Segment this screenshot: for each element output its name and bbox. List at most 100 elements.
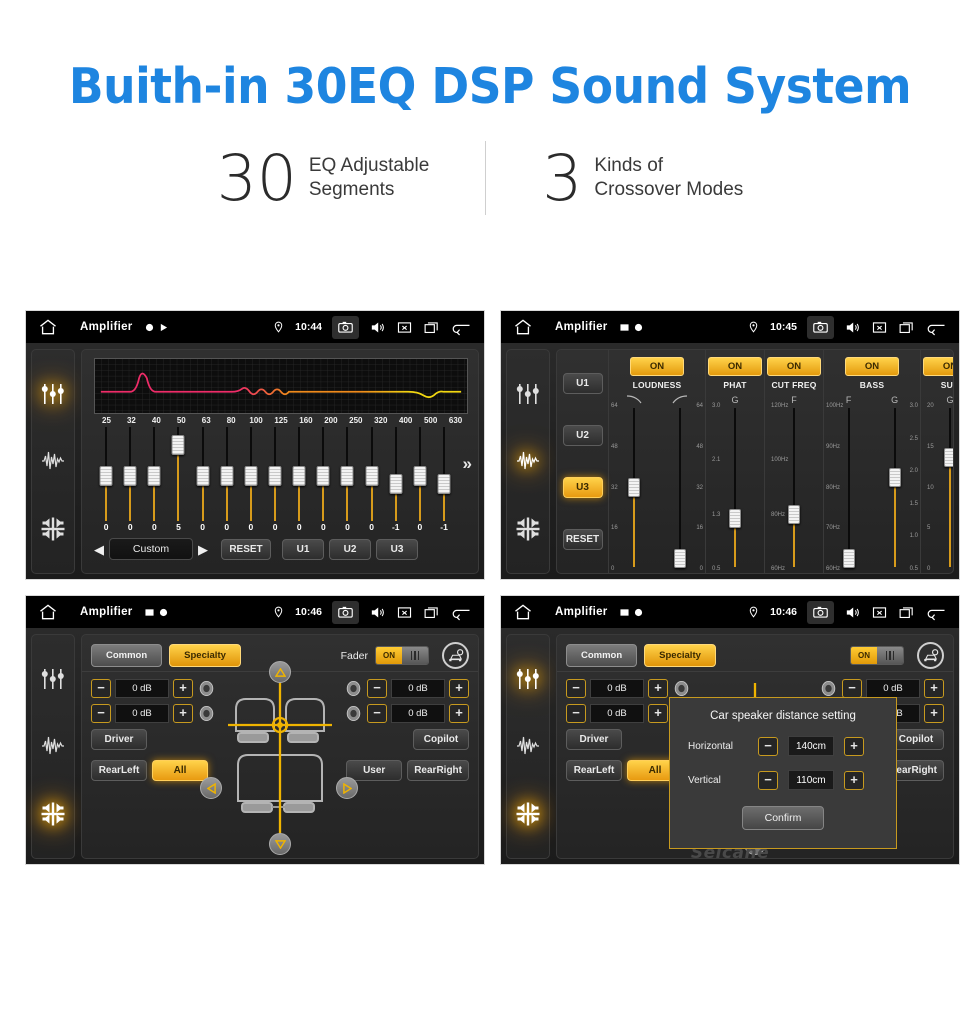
on-toggle-button[interactable]: ON [767, 357, 821, 376]
eq-slider[interactable]: 0 [215, 427, 239, 535]
level-stepper[interactable]: − 0 dB + [566, 679, 716, 698]
crossover-slider[interactable]: 100Hz 90Hz 80Hz 70Hz 60Hz [826, 403, 872, 572]
slider-knob[interactable] [889, 467, 901, 487]
preset-u3-button[interactable]: U3 [376, 538, 418, 560]
waveform-icon[interactable] [40, 733, 66, 759]
balance-icon[interactable] [515, 801, 541, 827]
eq-slider-knob[interactable] [437, 474, 451, 494]
eq-slider-knob[interactable] [340, 466, 354, 487]
back-arrow-icon[interactable] [450, 604, 472, 621]
increase-button[interactable]: + [924, 679, 944, 698]
camera-button[interactable] [332, 315, 359, 339]
decrease-button[interactable]: − [367, 704, 387, 723]
seat-rearleft-button[interactable]: RearLeft [91, 760, 147, 781]
decrease-button[interactable]: − [367, 679, 387, 698]
equalizer-icon[interactable] [40, 666, 66, 692]
eq-slider[interactable]: 5 [166, 427, 190, 535]
eq-slider-knob[interactable] [316, 466, 330, 487]
increase-button[interactable]: + [173, 704, 193, 723]
eq-slider-knob[interactable] [99, 466, 113, 487]
eq-slider-track[interactable] [311, 427, 335, 521]
eq-slider-track[interactable] [215, 427, 239, 521]
close-box-icon[interactable] [396, 604, 413, 621]
eq-slider[interactable]: -1 [432, 427, 456, 535]
on-toggle-button[interactable]: ON [845, 357, 899, 376]
home-icon[interactable] [38, 602, 58, 622]
level-stepper[interactable]: − 0 dB + [344, 679, 469, 698]
on-toggle-button[interactable]: ON [923, 357, 953, 376]
eq-slider-knob[interactable] [147, 466, 161, 487]
eq-slider[interactable]: 0 [408, 427, 432, 535]
preset-name-display[interactable]: Custom [109, 538, 193, 560]
preset-u2-button[interactable]: U2 [562, 424, 603, 446]
close-box-icon[interactable] [396, 319, 413, 336]
decrease-button[interactable]: − [91, 679, 111, 698]
eq-slider-knob[interactable] [196, 466, 210, 487]
eq-slider-bank[interactable]: 0 0 0 5 0 0 0 0 0 0 0 0 -1 0 -1 [94, 427, 456, 535]
balance-icon[interactable] [40, 516, 66, 542]
eq-slider-track[interactable] [263, 427, 287, 521]
seat-rearleft-button[interactable]: RearLeft [566, 760, 622, 781]
crossover-slider[interactable]: 3.0 2.1 1.3 0.5 [712, 403, 758, 572]
slider-knob[interactable] [944, 448, 953, 468]
move-down-button[interactable] [269, 833, 291, 855]
seat-diagram[interactable] [200, 661, 358, 855]
increase-button[interactable]: + [173, 679, 193, 698]
preset-u3-button[interactable]: U3 [562, 477, 603, 499]
seat-all-button[interactable]: All [152, 760, 208, 781]
increase-button[interactable]: + [924, 704, 944, 723]
decrease-button[interactable]: − [566, 704, 586, 723]
preset-prev-button[interactable]: ◀ [94, 543, 104, 556]
reset-button[interactable]: RESET [562, 529, 603, 551]
eq-slider-knob[interactable] [268, 466, 282, 487]
crossover-slider[interactable]: 3.0 2.5 2.0 1.5 1.0 0.5 [872, 403, 918, 572]
equalizer-icon[interactable] [40, 381, 66, 407]
crossover-slider[interactable]: 64 48 32 16 0 [657, 403, 703, 572]
volume-icon[interactable] [844, 319, 861, 336]
eq-slider-track[interactable] [239, 427, 263, 521]
balance-icon[interactable] [515, 516, 541, 542]
car-settings-button[interactable] [442, 642, 469, 669]
eq-slider[interactable]: 0 [311, 427, 335, 535]
tab-specialty[interactable]: Specialty [169, 644, 241, 667]
eq-slider-track[interactable] [384, 427, 408, 521]
preset-u1-button[interactable]: U1 [562, 372, 603, 394]
level-stepper[interactable]: − 0 dB + [91, 679, 241, 698]
confirm-button[interactable]: Confirm [741, 806, 825, 830]
recents-icon[interactable] [423, 319, 440, 336]
eq-slider-track[interactable] [408, 427, 432, 521]
camera-button[interactable] [807, 315, 834, 339]
eq-slider-knob[interactable] [123, 466, 137, 487]
camera-button[interactable] [332, 600, 359, 624]
eq-slider-track[interactable] [166, 427, 190, 521]
seat-copilot-button[interactable]: Copilot [413, 729, 469, 750]
move-left-button[interactable] [200, 777, 222, 799]
on-toggle-button[interactable]: ON [708, 357, 762, 376]
recents-icon[interactable] [898, 604, 915, 621]
eq-slider-knob[interactable] [244, 466, 258, 487]
seat-driver-button[interactable]: Driver [566, 729, 622, 750]
eq-slider[interactable]: 0 [287, 427, 311, 535]
recents-icon[interactable] [898, 319, 915, 336]
preset-u2-button[interactable]: U2 [329, 538, 371, 560]
fader-toggle[interactable]: ON [375, 646, 429, 665]
tab-common[interactable]: Common [91, 644, 163, 667]
back-arrow-icon[interactable] [450, 319, 472, 336]
close-box-icon[interactable] [871, 604, 888, 621]
horizontal-increase-button[interactable]: + [844, 736, 864, 756]
increase-button[interactable]: + [449, 679, 469, 698]
back-arrow-icon[interactable] [925, 319, 947, 336]
eq-slider-track[interactable] [287, 427, 311, 521]
back-arrow-icon[interactable] [925, 604, 947, 621]
close-box-icon[interactable] [871, 319, 888, 336]
eq-slider[interactable]: 0 [239, 427, 263, 535]
level-stepper[interactable]: − 0 dB + [344, 704, 469, 723]
chevron-right-icon[interactable]: » [463, 454, 472, 474]
eq-slider-knob[interactable] [413, 466, 427, 487]
decrease-button[interactable]: − [566, 679, 586, 698]
eq-slider[interactable]: -1 [384, 427, 408, 535]
increase-button[interactable]: + [648, 704, 668, 723]
slider-knob[interactable] [788, 505, 800, 525]
crossover-slider[interactable]: 64 48 32 16 0 [611, 403, 657, 572]
volume-icon[interactable] [369, 319, 386, 336]
